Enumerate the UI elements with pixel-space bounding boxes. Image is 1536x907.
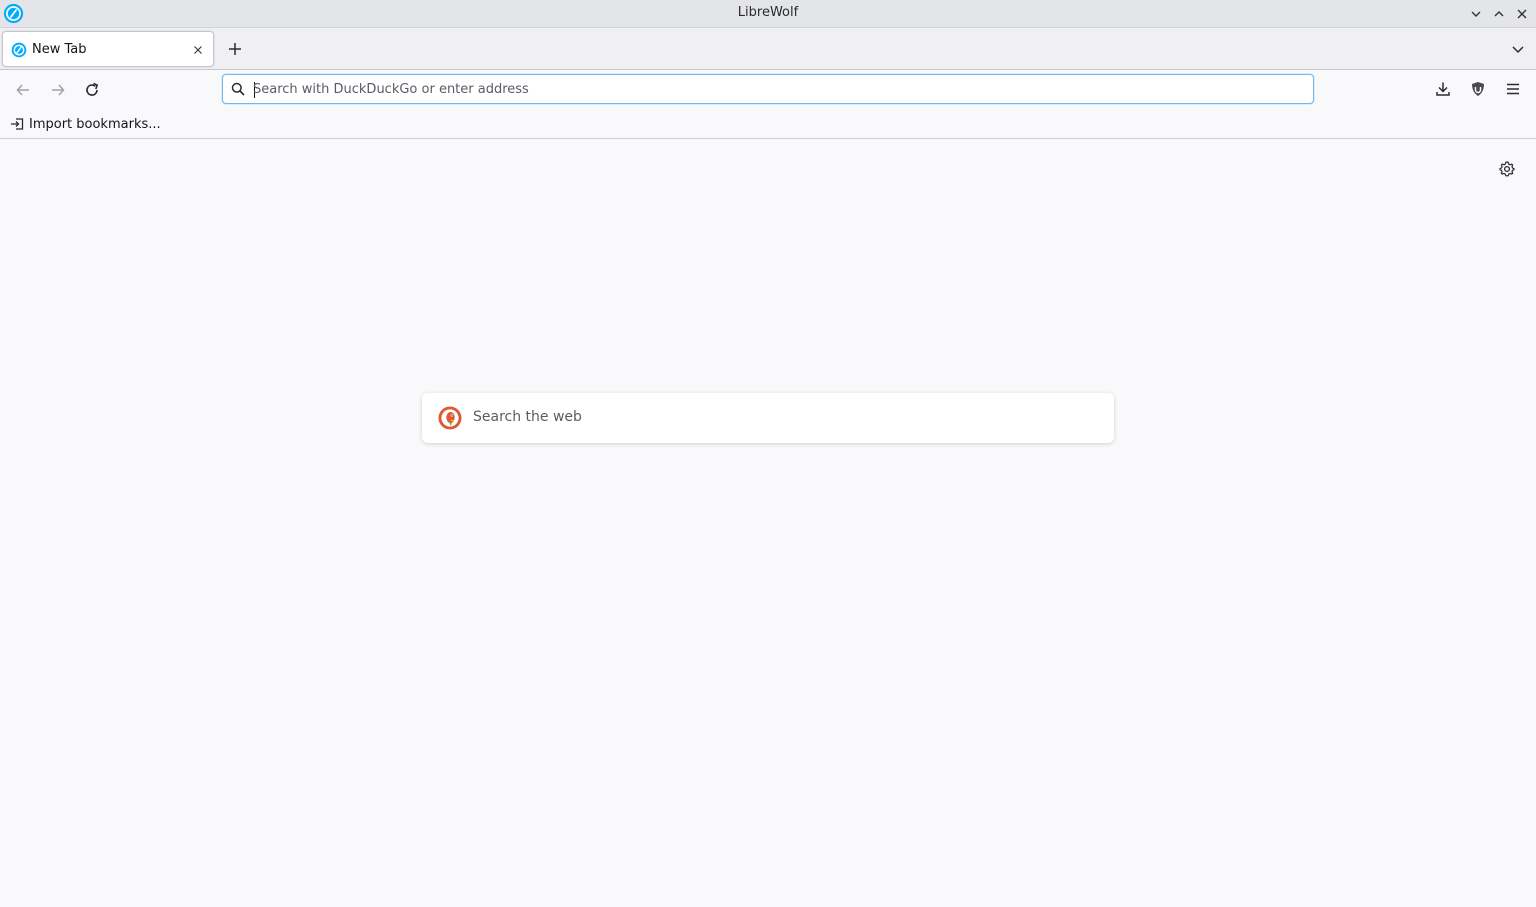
back-button[interactable]: [11, 78, 35, 102]
plus-icon: [229, 43, 241, 55]
new-tab-page: Search the web: [0, 139, 1536, 907]
librewolf-icon: [11, 42, 27, 58]
arrow-left-icon: [16, 84, 29, 96]
web-search-box[interactable]: Search the web: [422, 393, 1114, 443]
duckduckgo-icon: [438, 406, 462, 430]
import-icon: [11, 118, 24, 130]
downloads-button[interactable]: [1432, 78, 1454, 100]
personalize-settings-button[interactable]: [1498, 160, 1516, 178]
reload-icon: [86, 82, 99, 96]
close-icon: [194, 46, 202, 54]
close-tab-button[interactable]: [190, 42, 206, 58]
list-all-tabs-button[interactable]: [1508, 39, 1528, 59]
chevron-down-icon: [1471, 11, 1481, 17]
shield-icon: [1472, 82, 1484, 96]
bookmarks-toolbar: Import bookmarks...: [0, 108, 1536, 139]
tab-label: New Tab: [32, 42, 87, 57]
maximize-button[interactable]: [1489, 4, 1509, 24]
forward-button[interactable]: [46, 78, 70, 102]
web-search-placeholder: Search the web: [473, 409, 582, 425]
arrow-right-icon: [52, 84, 65, 96]
url-input[interactable]: [253, 79, 1293, 99]
chevron-up-icon: [1494, 11, 1504, 17]
tab-strip: New Tab: [0, 28, 1536, 70]
navigation-toolbar: [0, 70, 1536, 108]
import-bookmarks-button[interactable]: Import bookmarks...: [10, 115, 161, 133]
download-icon: [1436, 82, 1450, 96]
close-icon: [1517, 9, 1527, 19]
tab-new-tab[interactable]: New Tab: [2, 31, 214, 67]
ublock-origin-button[interactable]: [1467, 78, 1489, 100]
minimize-button[interactable]: [1466, 4, 1486, 24]
window-title: LibreWolf: [737, 5, 799, 20]
gear-icon: [1499, 161, 1515, 177]
chevron-down-icon: [1512, 46, 1524, 54]
close-window-button[interactable]: [1512, 4, 1532, 24]
import-bookmarks-label: Import bookmarks...: [29, 116, 161, 132]
reload-button[interactable]: [80, 78, 104, 102]
url-bar[interactable]: [222, 74, 1314, 104]
app-menu-button[interactable]: [1502, 78, 1524, 100]
hamburger-menu-icon: [1507, 83, 1519, 95]
new-tab-button[interactable]: [224, 38, 246, 60]
search-icon: [231, 82, 245, 96]
title-bar: LibreWolf: [0, 0, 1536, 28]
